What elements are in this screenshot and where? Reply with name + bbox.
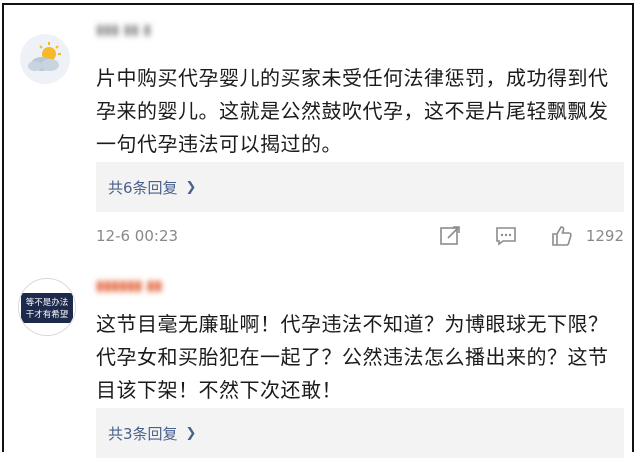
username-blurred[interactable]: ▮▮▮▮▮▮ ▮▮ (96, 278, 162, 294)
replies-count-label: 共3条回复 (108, 424, 178, 443)
chevron-right-icon: ❯ (185, 425, 197, 441)
comment-meta: 12-6 00:23 1292 (96, 224, 624, 248)
comment-text: 片中购买代孕婴儿的买家未受任何法律惩罚，成功得到代孕来的婴儿。这就是公然鼓吹代孕… (96, 66, 609, 156)
like-icon[interactable] (550, 224, 574, 248)
avatar-sign-line2: 干才有希望 (26, 309, 69, 320)
comment-text: 这节目毫无廉耻啊！代孕违法不知道？为博眼球无下限？代孕女和买胎犯在一起了？公然违… (96, 312, 609, 402)
comment-timestamp: 12-6 00:23 (96, 227, 179, 245)
weather-icon (28, 42, 61, 71)
comment-item: ▮▮▮ ▮▮ ▮ 片中购买代孕婴儿的买家未受任何法律惩罚，成功得到代孕来的婴儿。… (0, 0, 640, 258)
like-count: 1292 (585, 227, 624, 245)
comment-icon[interactable] (494, 224, 518, 248)
replies-count-label: 共6条回复 (108, 178, 178, 197)
chevron-right-icon: ❯ (185, 179, 197, 195)
comment-item: 等不是办法 干才有希望 ▮▮▮▮▮▮ ▮▮ 这节目毫无廉耻啊！代孕违法不知道？为… (0, 258, 640, 458)
share-icon[interactable] (438, 224, 462, 248)
avatar-sign-line1: 等不是办法 (26, 297, 69, 308)
view-replies-button[interactable]: 共6条回复 ❯ (96, 162, 624, 212)
avatar-sign-image: 等不是办法 干才有希望 (19, 279, 75, 335)
view-replies-button[interactable]: 共3条回复 ❯ (96, 408, 624, 458)
username-blurred[interactable]: ▮▮▮ ▮▮ ▮ (96, 22, 151, 38)
avatar[interactable]: 等不是办法 干才有希望 (18, 278, 76, 336)
avatar[interactable] (20, 34, 70, 84)
